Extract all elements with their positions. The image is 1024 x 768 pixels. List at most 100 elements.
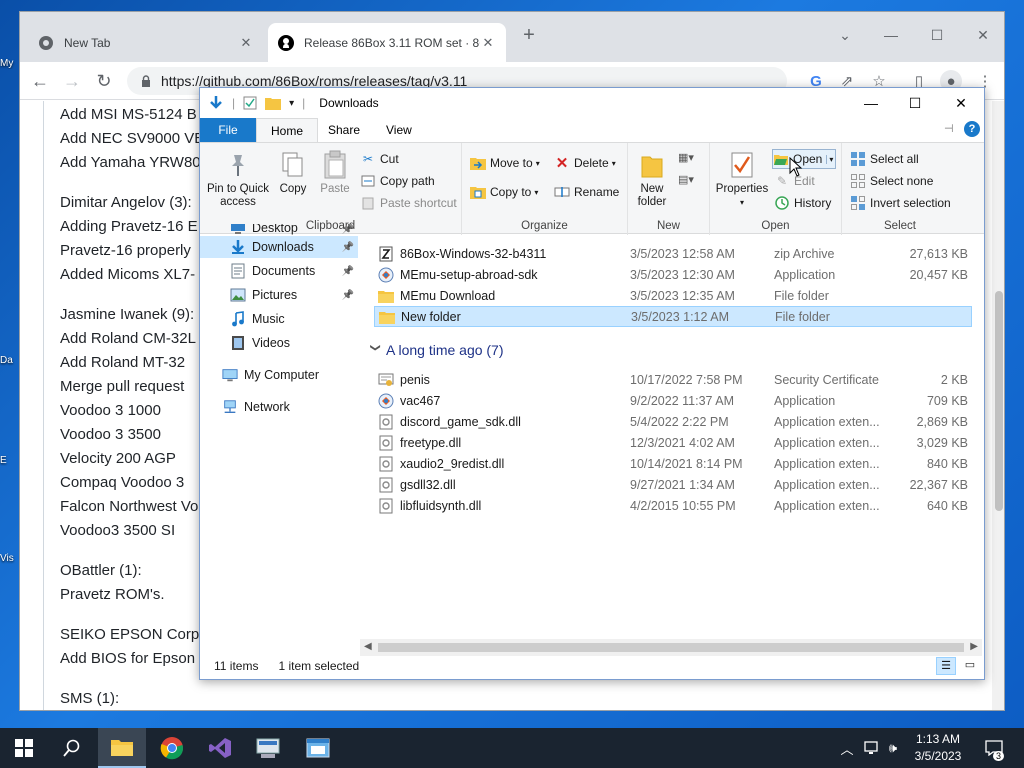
taskbar-visual-studio[interactable] — [196, 728, 244, 768]
close-button[interactable]: ✕ — [938, 88, 984, 118]
rename-button[interactable]: Rename — [554, 182, 619, 202]
file-row[interactable]: freetype.dll 12/3/2021 4:02 AM Application… — [374, 432, 972, 453]
release-note-line: OBattler (1): — [60, 562, 142, 579]
github-icon — [278, 34, 294, 51]
chevron-down-icon[interactable]: ⌄ — [830, 20, 860, 50]
sidebar-item-music[interactable]: Music — [200, 308, 358, 330]
status-bar: 11 items 1 item selected ☰ ▭ — [200, 653, 984, 679]
scrollbar-thumb[interactable] — [995, 291, 1003, 511]
chevron-down-icon[interactable]: ▾ — [826, 154, 833, 164]
download-arrow-icon[interactable] — [208, 95, 224, 111]
tab-strip: New Tab ✕ Release 86Box 3.11 ROM set · 8… — [20, 12, 1004, 62]
taskbar-chrome[interactable] — [148, 728, 196, 768]
sidebar-item-videos[interactable]: Videos — [200, 332, 358, 354]
tab-github-release[interactable]: Release 86Box 3.11 ROM set · 86 ✕ — [268, 23, 506, 62]
scrollbar-thumb[interactable] — [378, 643, 964, 652]
tab-share[interactable]: Share — [314, 118, 374, 142]
search-button[interactable] — [48, 728, 96, 768]
sidebar-item-documents[interactable]: Documents 📌 — [200, 260, 358, 282]
notification-center[interactable]: 3 — [982, 728, 1006, 768]
paste-shortcut-button[interactable]: Paste shortcut — [360, 193, 457, 213]
file-row[interactable]: MEmu-setup-abroad-sdk 3/5/2023 12:30 AM Ap… — [374, 264, 972, 285]
select-none-button[interactable]: Select none — [850, 171, 933, 191]
file-row[interactable]: 86Box-Windows-32-b4311 3/5/2023 12:58 AM z… — [374, 243, 972, 264]
new-folder-button[interactable]: New folder — [630, 149, 674, 209]
copy-icon — [277, 149, 309, 181]
easy-access-icon[interactable]: ▤▾ — [678, 173, 694, 186]
desktop-icon-label[interactable]: Da — [0, 355, 20, 366]
file-row[interactable]: vac467 9/2/2022 11:37 AM Application 709 KB — [374, 390, 972, 411]
desktop-icon-label[interactable]: My — [0, 58, 20, 69]
file-row[interactable]: discord_game_sdk.dll 5/4/2022 2:22 PM Appl… — [374, 411, 972, 432]
tab-view[interactable]: View — [372, 118, 426, 142]
history-button[interactable]: History — [774, 193, 831, 213]
cut-button[interactable]: ✂ Cut — [360, 149, 399, 169]
new-tab-button[interactable]: + — [514, 20, 544, 50]
sidebar-item-downloads[interactable]: Downloads 📌 — [200, 236, 358, 258]
forward-button[interactable]: → — [58, 67, 86, 95]
pin-ribbon-icon[interactable]: ⊣ — [944, 122, 954, 135]
back-button[interactable]: ← — [26, 67, 54, 95]
sidebar-item-pictures[interactable]: Pictures 📌 — [200, 284, 358, 306]
copy-path-button[interactable]: Copy path — [360, 171, 435, 191]
system-clock[interactable]: 1:13 AM 3/5/2023 — [898, 731, 978, 765]
chevron-up-icon[interactable]: ︿ — [838, 728, 856, 768]
chevron-down-icon[interactable]: ❯ — [370, 343, 381, 357]
window-app-icon — [306, 738, 330, 758]
file-type: Application exten... — [774, 435, 880, 450]
tab-home[interactable]: Home — [256, 118, 319, 142]
copy-button[interactable]: Copy — [272, 149, 314, 196]
maximize-button[interactable]: ☐ — [892, 88, 938, 118]
help-icon[interactable]: ? — [964, 121, 980, 137]
invert-selection-button[interactable]: Invert selection — [850, 193, 951, 213]
reload-button[interactable]: ↻ — [90, 67, 118, 95]
file-row[interactable]: libfluidsynth.dll 4/2/2015 10:55 PM Applic… — [374, 495, 972, 516]
release-note-line: Merge pull request — [60, 378, 185, 395]
network-icon[interactable] — [860, 728, 882, 768]
paste-button[interactable]: Paste — [314, 149, 356, 196]
scrollbar[interactable] — [992, 101, 1004, 710]
close-icon[interactable]: ✕ — [238, 35, 254, 51]
new-item-icon[interactable]: ▦▾ — [678, 151, 694, 164]
minimize-button[interactable]: — — [876, 20, 906, 50]
taskbar-app-window[interactable] — [244, 728, 292, 768]
sidebar-item-my-computer[interactable]: My Computer — [200, 364, 358, 386]
start-button[interactable] — [0, 728, 48, 768]
properties-button[interactable]: Properties ▾ — [712, 149, 772, 209]
copy-to-button[interactable]: Copy to ▾ — [470, 182, 538, 202]
taskbar-file-explorer[interactable] — [98, 728, 146, 768]
tab-new-tab[interactable]: New Tab ✕ — [28, 23, 264, 62]
scroll-right-icon[interactable]: ▶ — [970, 641, 978, 652]
desktop-icon-label[interactable]: Vis — [0, 553, 20, 564]
delete-button[interactable]: ✕ Delete ▾ — [554, 153, 616, 173]
taskbar-86box[interactable] — [294, 728, 342, 768]
file-row[interactable]: gsdll32.dll 9/27/2021 1:34 AM Application … — [374, 474, 972, 495]
close-button[interactable]: ✕ — [968, 20, 998, 50]
sidebar-item-label: Documents — [252, 264, 316, 278]
copy-path-icon — [360, 173, 376, 189]
desktop-icon-label[interactable]: E — [0, 455, 20, 466]
file-row[interactable]: New folder 3/5/2023 1:12 AM File folder — [374, 306, 972, 327]
chevron-down-icon[interactable]: ▾ — [289, 98, 294, 109]
maximize-button[interactable]: ☐ — [922, 20, 952, 50]
sidebar-item-desktop[interactable]: Desktop 📌 — [200, 224, 358, 235]
scroll-left-icon[interactable]: ◀ — [364, 641, 372, 652]
rename-icon — [554, 184, 570, 200]
file-row[interactable]: penis 10/17/2022 7:58 PM Security Certific… — [374, 369, 972, 390]
minimize-button[interactable]: — — [848, 88, 894, 118]
properties-check-icon[interactable] — [243, 96, 257, 110]
large-icons-view-icon[interactable]: ▭ — [960, 657, 980, 675]
sidebar-item-network[interactable]: Network — [200, 396, 358, 418]
group-header[interactable]: ❯ A long time ago (7) — [368, 339, 504, 361]
open-button[interactable]: Open ▾ — [772, 149, 837, 169]
tab-file[interactable]: File — [200, 118, 256, 142]
select-all-button[interactable]: Select all — [850, 149, 919, 169]
clock-time: 1:13 AM — [915, 732, 961, 746]
pin-to-quick-access-button[interactable]: Pin to Quick access — [204, 149, 272, 209]
file-row[interactable]: xaudio2_9redist.dll 10/14/2021 8:14 PM App… — [374, 453, 972, 474]
move-to-button[interactable]: Move to ▾ — [470, 153, 540, 173]
folder-icon[interactable] — [265, 96, 282, 110]
close-icon[interactable]: ✕ — [480, 35, 496, 51]
file-row[interactable]: MEmu Download 3/5/2023 12:35 AM File folde… — [374, 285, 972, 306]
details-view-icon[interactable]: ☰ — [936, 657, 956, 675]
